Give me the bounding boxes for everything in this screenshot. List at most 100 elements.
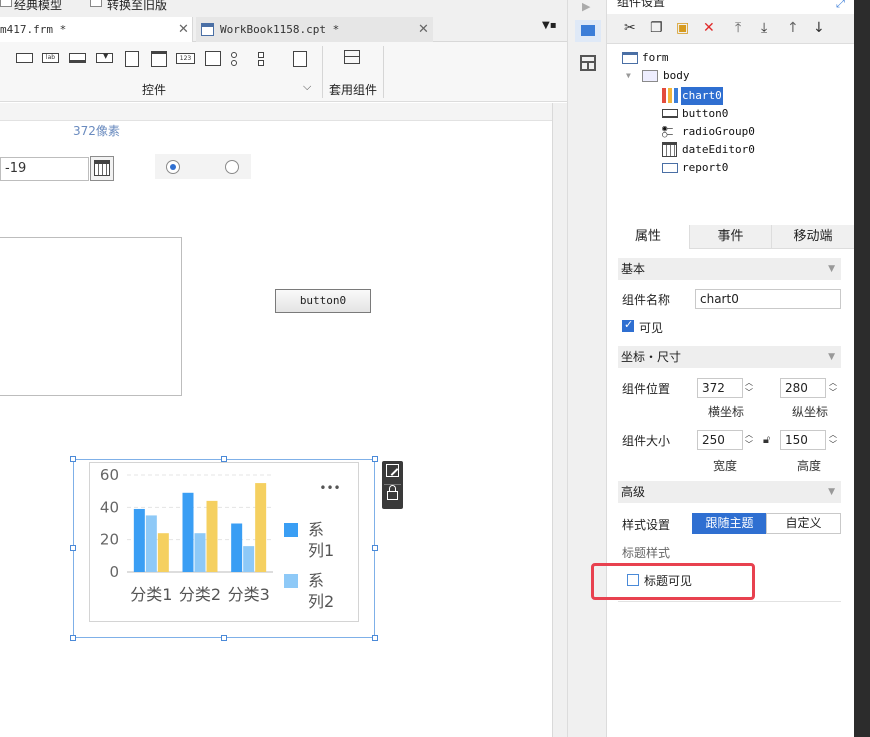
button-widget-icon[interactable] <box>69 51 87 65</box>
move-down-icon[interactable]: ↓ <box>813 21 825 35</box>
date-widget-icon[interactable] <box>150 51 168 67</box>
resize-handle-sw[interactable] <box>70 635 76 641</box>
position-label: 组件位置 <box>622 382 671 396</box>
pos-x-input[interactable]: 372 <box>697 378 743 398</box>
checkbox-list-icon[interactable] <box>123 51 141 67</box>
widget-toolbar: lab ▼ 123 <box>0 42 567 102</box>
search-widget-icon[interactable] <box>292 51 310 67</box>
tab-list-icon[interactable]: ▼▪ <box>542 20 556 34</box>
tree-toolbar: ✂ ❐ ▣ ✕ ⤒ ⤓ ↑ ↓ <box>607 14 854 44</box>
resize-handle-e[interactable] <box>372 545 378 551</box>
resize-handle-ne[interactable] <box>372 456 378 462</box>
panel-title: 组件设置 <box>617 0 666 9</box>
date-editor-input[interactable]: -19 <box>0 157 89 181</box>
radio-group-icon[interactable] <box>230 51 248 66</box>
classic-model-item[interactable]: 经典模型 <box>14 0 62 13</box>
close-icon[interactable]: ✕ <box>178 17 189 42</box>
pos-x-stepper[interactable]: ︿ ﹀ <box>742 378 756 398</box>
radio-group[interactable] <box>155 154 251 179</box>
move-top-icon[interactable]: ⤒ <box>735 21 741 35</box>
tab-mobile[interactable]: 移动端 <box>771 225 854 249</box>
resize-handle-s[interactable] <box>221 635 227 641</box>
toolbar-divider <box>322 46 323 98</box>
textarea-widget-icon[interactable] <box>204 51 222 66</box>
component-settings-panel <box>607 0 854 737</box>
collapse-icon[interactable]: ▶ <box>582 0 590 13</box>
tree-node-label: chart0 <box>681 87 723 105</box>
move-bottom-icon[interactable]: ⤓ <box>761 21 767 35</box>
cut-icon[interactable]: ✂ <box>624 21 636 35</box>
checkbox-group-icon[interactable] <box>257 51 275 66</box>
calendar-icon <box>662 142 677 157</box>
tab-bar: m417.frm * ✕ WorkBook1158.cpt * ✕ <box>0 14 567 42</box>
height-input[interactable]: 150 <box>780 430 826 450</box>
tab-properties[interactable]: 属性 <box>607 225 689 249</box>
radio-group-icon: ◉— ○— <box>662 124 673 140</box>
tab-cpt[interactable]: WorkBook1158.cpt * ✕ <box>196 17 433 42</box>
paste-icon[interactable]: ▣ <box>676 21 689 35</box>
tab-events[interactable]: 事件 <box>689 225 771 249</box>
component-settings-tab-icon[interactable] <box>575 20 601 42</box>
label-widget-icon[interactable] <box>16 51 34 65</box>
side-tab-strip: ▶ <box>567 0 607 737</box>
style-setting-label: 样式设置 <box>622 518 671 532</box>
tab-frm[interactable]: m417.frm * ✕ <box>0 17 193 42</box>
convert-old-item[interactable]: 转换至旧版 <box>107 0 167 13</box>
style-custom[interactable]: 自定义 <box>766 513 841 534</box>
section-basic[interactable]: 基本 ▼ <box>618 258 841 280</box>
chevron-down-icon: ▼ <box>828 264 835 274</box>
height-stepper[interactable]: ︿ ﹀ <box>826 430 840 450</box>
pos-y-input[interactable]: 280 <box>780 378 826 398</box>
chevron-down-icon: ▼ <box>828 352 835 362</box>
form-icon <box>622 52 638 64</box>
property-tabs: 属性 事件 移动端 <box>607 225 854 249</box>
calendar-button[interactable] <box>90 156 114 181</box>
expand-icon[interactable]: ⤢ <box>836 0 845 11</box>
radio-option-2[interactable] <box>225 160 239 174</box>
top-menu-strip: 经典模型 转换至旧版 <box>0 0 567 14</box>
resize-handle-se[interactable] <box>372 635 378 641</box>
visible-checkbox[interactable] <box>622 318 634 332</box>
chevron-down-icon[interactable]: ⌵ <box>303 80 311 94</box>
template-group-label: 套用组件 <box>329 83 378 97</box>
resize-handle-w[interactable] <box>70 545 76 551</box>
move-up-icon[interactable]: ↑ <box>787 21 799 35</box>
chart-icon <box>662 88 678 103</box>
close-icon[interactable]: ✕ <box>418 17 429 42</box>
text-widget-icon[interactable]: lab <box>42 51 60 65</box>
highlight-annotation <box>591 563 755 600</box>
edit-icon[interactable] <box>386 464 399 477</box>
section-basic-label: 基本 <box>621 262 646 276</box>
vertical-scrollbar[interactable] <box>552 103 567 737</box>
style-follow-theme[interactable]: 跟随主题 <box>692 513 767 534</box>
report-widget[interactable] <box>0 237 182 396</box>
delete-icon[interactable]: ✕ <box>703 21 715 35</box>
chevron-down-icon[interactable]: ▼ <box>626 67 631 85</box>
radio-option-1[interactable] <box>166 160 180 174</box>
tree-node-label: form <box>642 51 669 64</box>
section-advanced[interactable]: 高级 ▼ <box>618 481 841 503</box>
section-coords[interactable]: 坐标・尺寸 ▼ <box>618 346 841 368</box>
width-input[interactable]: 250 <box>697 430 743 450</box>
width-stepper[interactable]: ︿ ﹀ <box>742 430 756 450</box>
lock-icon[interactable] <box>387 485 398 500</box>
component-name-input[interactable]: chart0 <box>695 289 841 309</box>
resize-handle-n[interactable] <box>221 456 227 462</box>
combo-widget-icon[interactable]: ▼ <box>96 51 114 65</box>
layout-tab-icon[interactable] <box>580 55 596 71</box>
number-widget-icon[interactable]: 123 <box>176 51 195 65</box>
button0-widget[interactable]: button0 <box>275 289 371 313</box>
copy-icon[interactable]: ❐ <box>650 21 663 35</box>
widgets-group-label: 控件 <box>142 83 167 97</box>
guide-position-label: 372像素 <box>73 124 120 138</box>
tab-cpt-label: WorkBook1158.cpt * <box>220 23 340 36</box>
chevron-down-icon: ▼ <box>828 487 835 497</box>
design-canvas[interactable] <box>0 103 552 737</box>
pos-y-stepper[interactable]: ︿ ﹀ <box>826 378 840 398</box>
sheet-icon <box>201 23 214 36</box>
resize-handle-nw[interactable] <box>70 456 76 462</box>
template-widget-icon[interactable] <box>344 50 360 64</box>
report-icon <box>662 163 678 173</box>
y-coord-label: 纵坐标 <box>792 405 829 419</box>
lock-icon[interactable]: 🔓︎ <box>763 433 770 447</box>
